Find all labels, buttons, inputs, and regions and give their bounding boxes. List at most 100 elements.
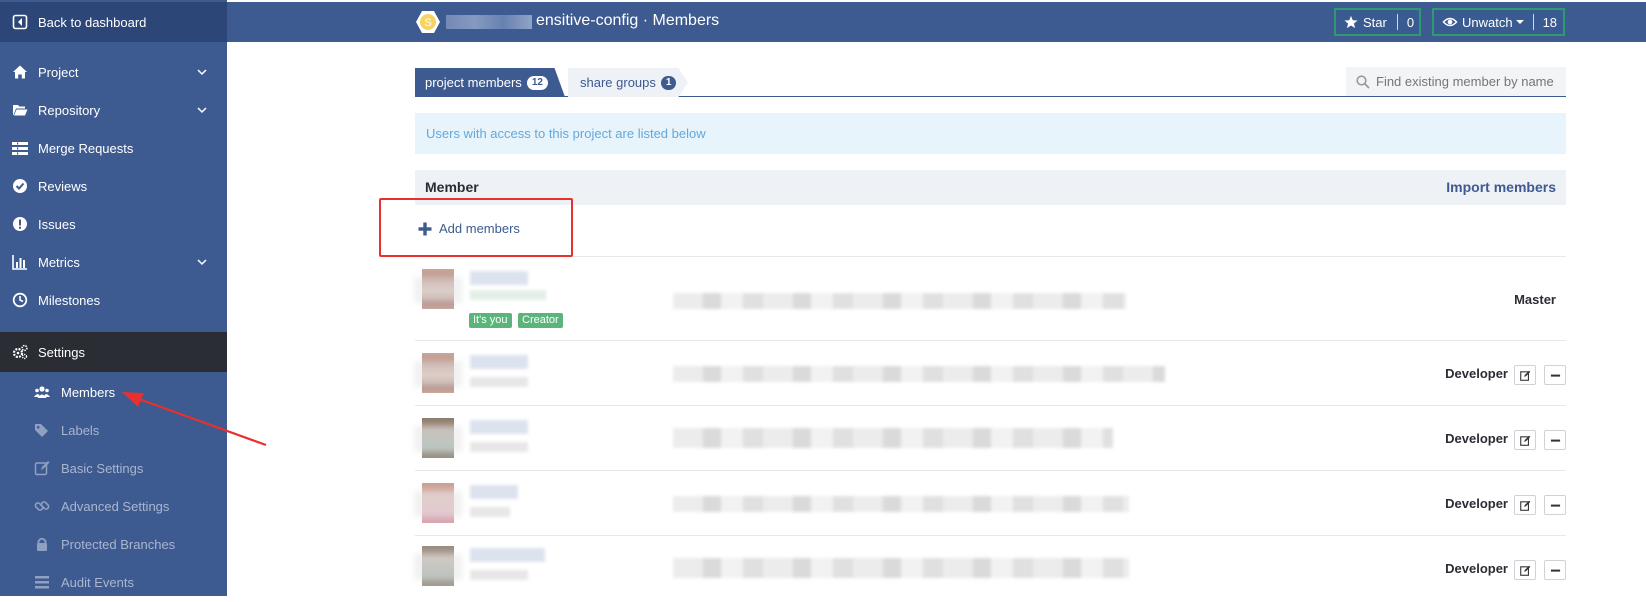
check-circle-icon xyxy=(13,179,27,193)
sidebar-item-reviews[interactable]: Reviews xyxy=(0,166,227,206)
star-label: Star xyxy=(1363,14,1387,30)
sidebar-item-label: Metrics xyxy=(38,254,80,270)
edit-icon xyxy=(1519,565,1530,576)
link-icon xyxy=(34,501,50,511)
list-icon xyxy=(35,576,49,589)
chevron-down-icon xyxy=(197,259,207,266)
member-role: Developer xyxy=(1445,366,1508,381)
member-row: Developer xyxy=(415,406,1566,471)
member-role: Developer xyxy=(1445,431,1508,446)
users-icon xyxy=(34,386,50,398)
sidebar-item-metrics[interactable]: Metrics xyxy=(0,242,227,282)
star-icon xyxy=(1344,15,1358,29)
project-logo: S xyxy=(416,11,440,33)
edit-member-button[interactable] xyxy=(1514,560,1536,580)
sidebar-subitem-label: Members xyxy=(61,384,116,400)
sidebar-subitem-label: Protected Branches xyxy=(61,536,176,552)
edit-member-button[interactable] xyxy=(1514,430,1536,450)
star-count: 0 xyxy=(1406,14,1415,30)
project-namespace-redacted xyxy=(446,15,532,29)
import-members-link[interactable]: Import members xyxy=(1446,179,1556,195)
back-to-dashboard-label: Back to dashboard xyxy=(38,14,147,30)
member-name-redacted xyxy=(470,548,545,562)
sidebar-item-settings[interactable]: Settings xyxy=(0,332,227,372)
sidebar-subitem-label: Advanced Settings xyxy=(61,498,170,514)
tags-icon xyxy=(35,424,48,437)
unwatch-label: Unwatch xyxy=(1462,14,1513,30)
tab-share-groups[interactable]: share groups 1 xyxy=(568,68,688,97)
edit-member-button[interactable] xyxy=(1514,365,1536,385)
edit-icon xyxy=(1519,435,1530,446)
exclamation-circle-icon xyxy=(13,217,27,231)
member-name-redacted xyxy=(470,355,528,369)
tab-label: project members xyxy=(425,75,522,90)
avatar xyxy=(422,269,454,309)
sidebar-subitem-labels[interactable]: Labels xyxy=(0,410,227,450)
member-search xyxy=(1346,67,1566,96)
gears-icon xyxy=(12,344,28,360)
remove-member-button[interactable] xyxy=(1544,560,1566,580)
member-detail-redacted xyxy=(673,496,1129,512)
edit-icon xyxy=(34,461,50,476)
sidebar-item-label: Repository xyxy=(38,102,101,118)
divider xyxy=(1532,14,1534,30)
minus-icon xyxy=(1550,439,1560,442)
member-row: Developer xyxy=(415,471,1566,536)
avatar xyxy=(422,483,454,523)
sidebar-item-project[interactable]: Project xyxy=(0,52,227,92)
sidebar-subitem-advanced-settings[interactable]: Advanced Settings xyxy=(0,486,227,526)
chevron-down-icon xyxy=(197,107,207,114)
sidebar-item-milestones[interactable]: Milestones xyxy=(0,280,227,320)
arrow-left-square-icon xyxy=(12,14,28,30)
avatar xyxy=(422,418,454,458)
add-members-label: Add members xyxy=(439,221,520,236)
sidebar-subitem-members[interactable]: Members xyxy=(0,372,227,412)
edit-icon xyxy=(1519,500,1530,511)
plus-icon xyxy=(418,222,432,235)
member-username-redacted xyxy=(470,442,528,452)
member-list-header: Member Import members xyxy=(415,170,1566,205)
member-header-title: Member xyxy=(425,179,479,195)
minus-icon xyxy=(1550,569,1560,572)
edit-member-button[interactable] xyxy=(1514,495,1536,515)
sidebar-item-label: Issues xyxy=(38,216,76,232)
member-detail-redacted xyxy=(673,366,1165,382)
member-role: Developer xyxy=(1445,496,1508,511)
search-input[interactable] xyxy=(1376,74,1566,89)
remove-member-button[interactable] xyxy=(1544,430,1566,450)
member-username-redacted xyxy=(470,377,528,387)
sidebar-item-merge-requests[interactable]: Merge Requests xyxy=(0,128,227,168)
caret-down-icon xyxy=(1515,20,1524,24)
unwatch-button[interactable]: Unwatch 18 xyxy=(1432,8,1565,36)
creator-badge: Creator xyxy=(518,313,563,328)
member-detail-redacted xyxy=(673,428,1113,448)
sidebar-subitem-label: Labels xyxy=(61,422,100,438)
member-name-redacted xyxy=(470,420,528,434)
sidebar-subitem-basic-settings[interactable]: Basic Settings xyxy=(0,448,227,488)
home-icon xyxy=(13,65,27,79)
info-text: Users with access to this project are li… xyxy=(426,126,706,141)
member-name-redacted xyxy=(470,485,518,499)
clock-icon xyxy=(12,292,28,308)
info-banner: Users with access to this project are li… xyxy=(415,113,1566,154)
sidebar-item-label: Milestones xyxy=(38,292,101,308)
member-row: It's you Creator Master xyxy=(415,257,1566,341)
star-button[interactable]: Star 0 xyxy=(1334,8,1421,36)
sidebar-item-repository[interactable]: Repository xyxy=(0,90,227,130)
sidebar-item-label: Merge Requests xyxy=(38,140,134,156)
watch-count: 18 xyxy=(1542,14,1558,30)
back-to-dashboard-link[interactable]: Back to dashboard xyxy=(0,2,227,42)
its-you-badge: It's you xyxy=(469,313,512,328)
remove-member-button[interactable] xyxy=(1544,365,1566,385)
divider xyxy=(1396,14,1398,30)
tab-project-members[interactable]: project members 12 xyxy=(415,68,565,97)
sidebar-subitem-audit-events[interactable]: Audit Events xyxy=(0,562,227,602)
sidebar-subitem-protected-branches[interactable]: Protected Branches xyxy=(0,524,227,564)
add-members-button[interactable]: Add members xyxy=(418,221,520,236)
sidebar-item-issues[interactable]: Issues xyxy=(0,204,227,244)
remove-member-button[interactable] xyxy=(1544,495,1566,515)
member-role: Master xyxy=(1514,292,1556,307)
member-username-redacted xyxy=(470,507,510,517)
add-members-row: Add members xyxy=(415,205,1566,257)
member-row: Developer xyxy=(415,341,1566,406)
